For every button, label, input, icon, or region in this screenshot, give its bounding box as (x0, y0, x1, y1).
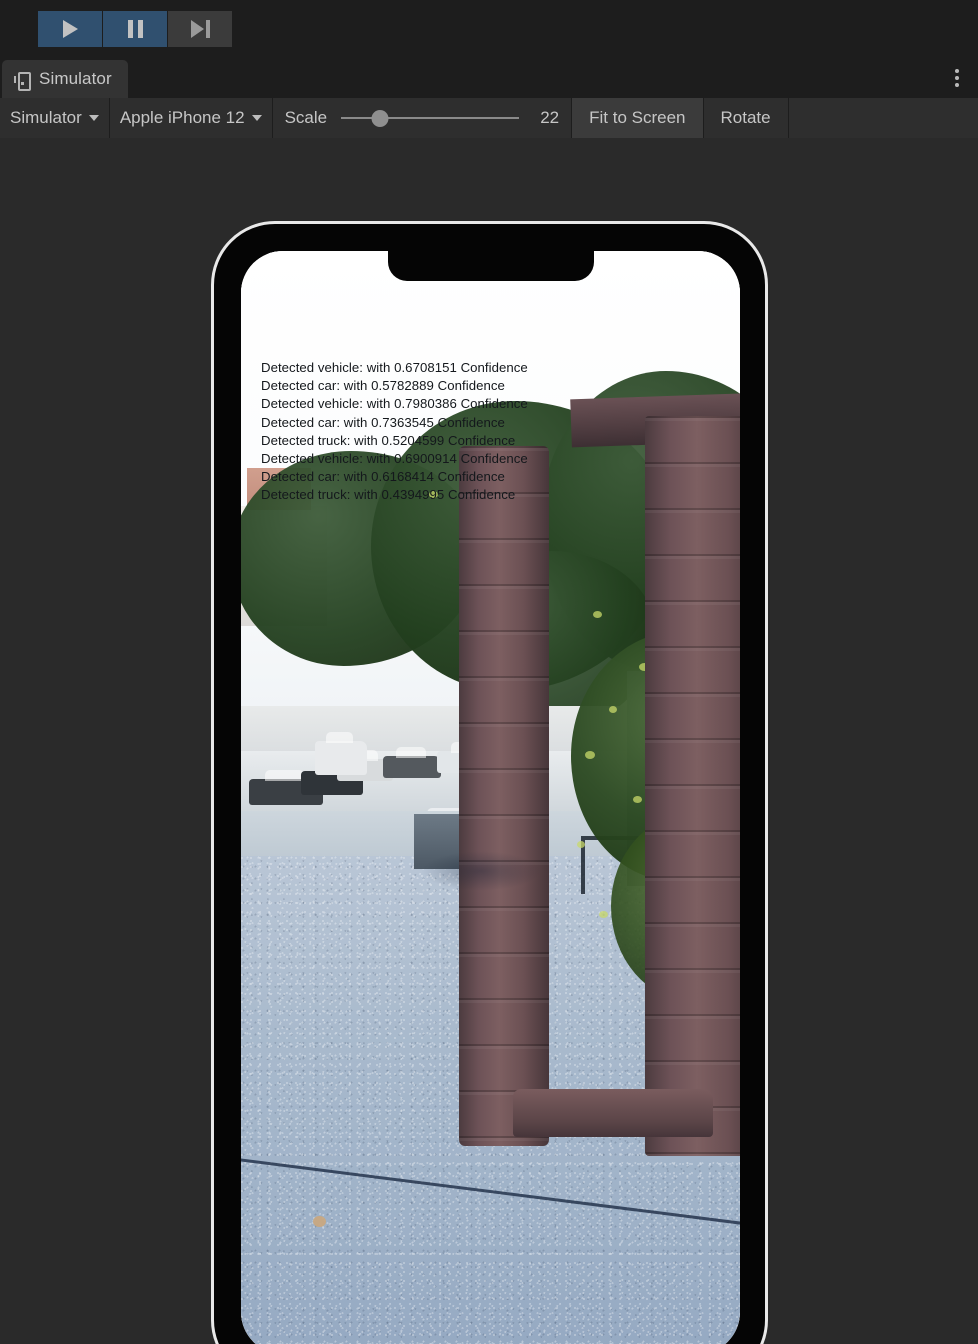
play-icon (62, 20, 78, 38)
play-button[interactable] (38, 11, 102, 47)
simulator-panel: Simulator Simulator Apple iPhone 12 Scal… (0, 58, 978, 1344)
foliage-highlight (599, 911, 608, 918)
rotate-button[interactable]: Rotate (703, 98, 789, 138)
chevron-down-icon (251, 115, 262, 121)
chevron-down-icon (88, 115, 99, 121)
vehicle-cabin (326, 732, 354, 743)
camera-feed (241, 251, 740, 1344)
fit-to-screen-button[interactable]: Fit to Screen (572, 98, 704, 138)
device-label: Apple iPhone 12 (119, 108, 245, 127)
stone-pillar-left (459, 446, 549, 1146)
ground-shadow (421, 851, 541, 891)
scale-slider-handle[interactable] (371, 109, 389, 127)
fallen-leaf (313, 1216, 326, 1227)
device-screen[interactable]: Detected vehicle: with 0.6708151 Confide… (241, 251, 740, 1344)
kebab-menu-icon[interactable] (946, 66, 968, 90)
device-notch (387, 251, 594, 281)
vehicle (383, 747, 441, 778)
device-stage: Detected vehicle: with 0.6708151 Confide… (0, 138, 978, 1344)
foliage-highlight (429, 491, 438, 498)
scale-value: 22 (540, 108, 560, 127)
device-dropdown[interactable]: Apple iPhone 12 (109, 98, 273, 138)
vehicle-cabin (395, 747, 426, 758)
view-mode-dropdown[interactable]: Simulator (0, 98, 110, 138)
playback-button-group (38, 11, 233, 47)
tab-simulator-label: Simulator (39, 69, 112, 88)
unity-editor-window: Simulator Simulator Apple iPhone 12 Scal… (0, 0, 978, 1344)
view-mode-label: Simulator (10, 108, 82, 127)
vehicle (315, 732, 367, 775)
simulator-toolbar: Simulator Apple iPhone 12 Scale 22 Fit t… (0, 98, 978, 139)
playback-toolbar (0, 0, 978, 58)
stone-base (513, 1089, 713, 1137)
foliage-highlight (585, 751, 595, 759)
scale-label: Scale (284, 108, 328, 127)
scale-slider[interactable] (341, 108, 520, 128)
pause-button[interactable] (103, 11, 167, 47)
step-button[interactable] (168, 11, 232, 47)
scale-slider-track (341, 117, 520, 119)
foliage-highlight (593, 611, 602, 618)
step-icon (190, 20, 210, 38)
device-icon (14, 71, 31, 91)
scale-control: Scale 22 (272, 98, 573, 138)
foliage-highlight (577, 841, 585, 848)
foliage-highlight (609, 706, 617, 713)
tab-strip: Simulator (0, 58, 978, 98)
iphone-device-frame: Detected vehicle: with 0.6708151 Confide… (211, 221, 768, 1344)
pause-icon (127, 20, 143, 38)
stone-pillar-right (645, 416, 740, 1156)
foliage-highlight (633, 796, 642, 803)
vehicle-cabin (265, 770, 304, 781)
tab-simulator[interactable]: Simulator (2, 60, 128, 98)
